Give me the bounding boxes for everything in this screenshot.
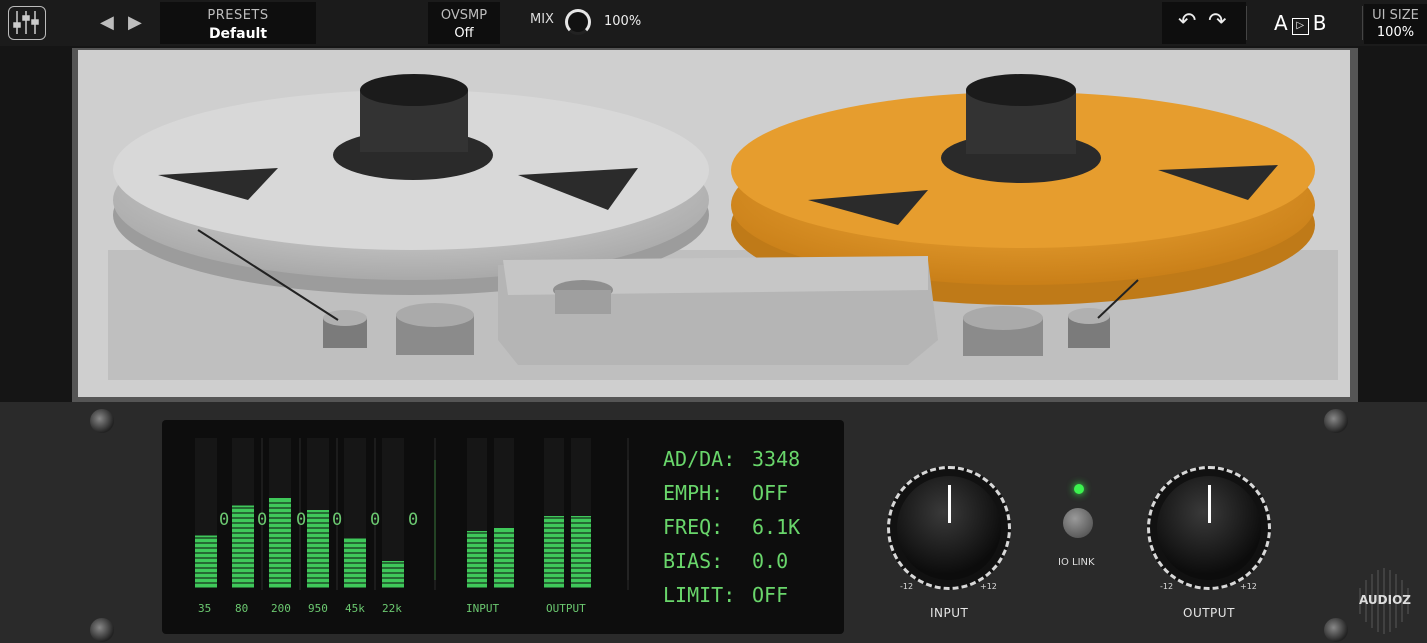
output-meter-label: OUTPUT: [546, 602, 586, 615]
watermark-text: AUDIOZ: [1359, 593, 1411, 607]
mix-label: MIX: [530, 12, 554, 27]
panel-screw: [90, 409, 114, 433]
io-meter-bar: [571, 516, 591, 588]
preset-value: Default: [208, 26, 268, 42]
band-label: 950: [308, 602, 328, 615]
presets-label: PRESETS: [207, 8, 269, 23]
peak-mark: 0: [332, 510, 343, 530]
ui-size-value: 100%: [1376, 25, 1415, 40]
top-toolbar: ◀ ▶ PRESETS Default OVSMP Off MIX 100% ↶…: [0, 0, 1427, 46]
input-min-label: -12: [900, 582, 914, 591]
divider: [1362, 6, 1363, 40]
mix-value: 100%: [604, 14, 642, 29]
tape-deck-illustration: [78, 50, 1350, 397]
output-max-label: +12: [1240, 582, 1257, 591]
ab-copy-icon[interactable]: ▷: [1291, 18, 1309, 35]
ui-size-label: UI SIZE: [1372, 8, 1419, 23]
watermark-logo: AUDIOZ: [1350, 566, 1420, 636]
meter-bar: [382, 561, 404, 588]
input-max-label: +12: [980, 582, 997, 591]
ovsmp-label: OVSMP: [440, 8, 488, 23]
readout-value[interactable]: 0.0: [752, 549, 788, 573]
ab-compare[interactable]: A ▷ B: [1274, 11, 1326, 35]
peak-mark: 0: [370, 510, 381, 530]
readout-key: LIMIT:: [663, 583, 736, 607]
readout-value[interactable]: OFF: [752, 481, 788, 505]
io-link-label: IO LINK: [1058, 557, 1095, 568]
peak-mark: 0: [296, 510, 307, 530]
band-label: 200: [271, 602, 291, 615]
mixer-sliders-icon[interactable]: [8, 6, 46, 40]
preset-selector[interactable]: PRESETS Default: [160, 2, 316, 44]
peak-mark: 0: [408, 510, 419, 530]
input-knob-pointer: [948, 485, 951, 523]
meter-bar: [307, 510, 329, 588]
input-meter-label: INPUT: [466, 602, 500, 615]
mix-knob[interactable]: [565, 9, 591, 35]
readout-key: EMPH:: [663, 481, 724, 505]
io-link-button[interactable]: [1063, 508, 1093, 538]
io-link-led: [1074, 484, 1084, 494]
ab-b-label[interactable]: B: [1313, 11, 1327, 35]
redo-icon[interactable]: ↷: [1208, 9, 1226, 34]
readout-value[interactable]: OFF: [752, 583, 788, 607]
undo-redo-group: [1162, 2, 1246, 44]
readout-key: AD/DA:: [663, 447, 736, 471]
panel-screw: [90, 618, 114, 642]
oversampling-selector[interactable]: OVSMP Off: [428, 2, 500, 44]
io-meter-bar: [467, 531, 487, 588]
readout-key: BIAS:: [663, 549, 724, 573]
io-meter-bar: [544, 516, 564, 588]
readout-value[interactable]: 3348: [752, 447, 800, 471]
panel-screw: [1324, 618, 1348, 642]
divider: [1246, 6, 1247, 40]
peak-mark: 0: [257, 510, 268, 530]
band-label: 35: [198, 602, 212, 615]
next-preset-icon[interactable]: ▶: [128, 12, 142, 33]
output-min-label: -12: [1160, 582, 1174, 591]
output-knob-pointer: [1208, 485, 1211, 523]
band-label: 80: [235, 602, 249, 615]
band-label: 22k: [382, 602, 402, 615]
ab-a-label[interactable]: A: [1274, 11, 1288, 35]
undo-icon[interactable]: ↶: [1178, 9, 1196, 34]
previous-preset-icon[interactable]: ◀: [100, 12, 114, 33]
panel-screw: [1324, 409, 1348, 433]
ui-size-selector[interactable]: UI SIZE 100%: [1364, 4, 1427, 44]
output-knob-label: OUTPUT: [1183, 606, 1235, 620]
readout-value[interactable]: 6.1K: [752, 515, 800, 539]
ovsmp-value: Off: [454, 26, 474, 41]
peak-mark: 0: [219, 510, 230, 530]
readout-key: FREQ:: [663, 515, 724, 539]
input-knob-label: INPUT: [930, 606, 969, 620]
band-label: 45k: [345, 602, 365, 615]
